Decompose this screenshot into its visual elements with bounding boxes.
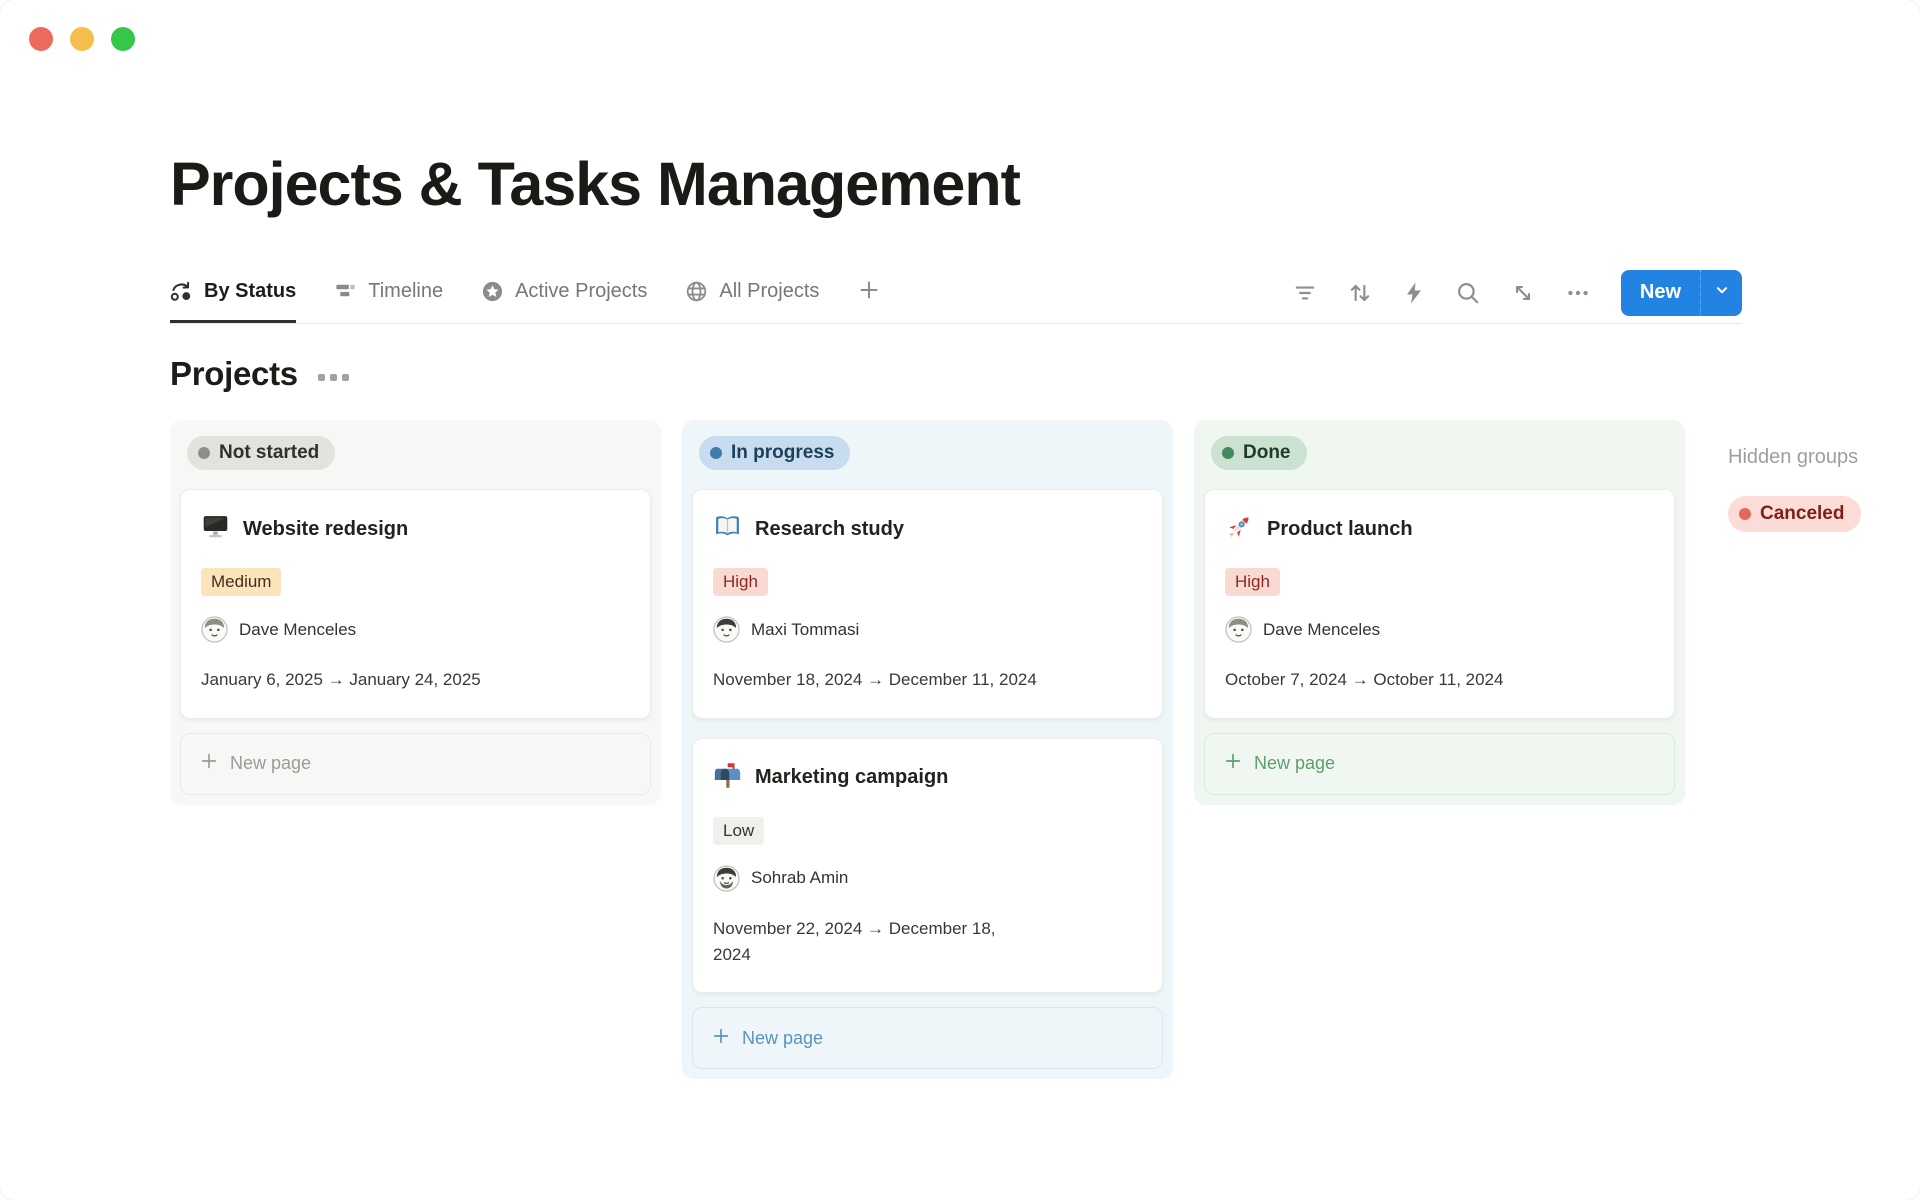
status-dot (1739, 508, 1751, 520)
group-label: Done (1243, 442, 1291, 464)
chevron-down-icon (1713, 281, 1731, 304)
view-tabbar: By Status Timeline (170, 262, 1742, 324)
hidden-groups-rail: Hidden groups Canceled (1728, 420, 1908, 532)
card-title: Marketing campaign (755, 766, 948, 789)
assignee-name: Dave Menceles (239, 620, 356, 640)
new-page-button[interactable]: New page (1204, 733, 1675, 795)
avatar (713, 865, 740, 892)
filter-icon[interactable] (1292, 280, 1318, 306)
new-button[interactable]: New (1621, 270, 1742, 316)
expand-icon[interactable] (1510, 280, 1536, 306)
assignee-name: Dave Menceles (1263, 620, 1380, 640)
group-header-in-progress[interactable]: In progress (699, 436, 850, 470)
priority-badge: High (713, 568, 768, 596)
column-in-progress: In progress Research study Hig (682, 420, 1173, 1079)
group-header-not-started[interactable]: Not started (187, 436, 335, 470)
column-not-started: Not started Website redesign (170, 420, 661, 804)
hidden-groups-label: Hidden groups (1728, 446, 1908, 469)
avatar (713, 616, 740, 643)
group-header-done[interactable]: Done (1211, 436, 1307, 470)
kanban-board: Not started Website redesign (170, 420, 1908, 1079)
status-dot (710, 447, 722, 459)
assignee-name: Sohrab Amin (751, 868, 848, 888)
card-title: Website redesign (243, 518, 408, 541)
section-header: Projects (170, 355, 1742, 393)
section-title: Projects (170, 355, 298, 393)
project-card-product-launch[interactable]: Product launch High Dave Mencele (1204, 489, 1675, 718)
add-view-button[interactable] (857, 262, 881, 323)
group-label: In progress (731, 442, 834, 464)
tab-label: Active Projects (515, 280, 647, 303)
star-circle-icon (481, 280, 504, 303)
priority-badge: High (1225, 568, 1280, 596)
group-label: Not started (219, 442, 319, 464)
group-label: Canceled (1760, 503, 1844, 525)
new-button-label[interactable]: New (1621, 270, 1700, 316)
new-page-label: New page (1254, 753, 1335, 774)
fullscreen-window-button[interactable] (111, 27, 135, 51)
sort-icon[interactable] (1347, 280, 1373, 306)
minimize-window-button[interactable] (70, 27, 94, 51)
project-card-marketing-campaign[interactable]: Marketing campaign Low (692, 738, 1163, 994)
window-controls (29, 27, 135, 51)
priority-badge: Low (713, 817, 764, 845)
tab-label: By Status (204, 280, 296, 303)
desktop-computer-icon (201, 512, 230, 546)
rocket-icon (1225, 512, 1254, 546)
card-title: Product launch (1267, 518, 1413, 541)
plus-icon (711, 1026, 731, 1051)
card-date-range: November 22, 2024 → December 18, 2024 (713, 916, 1013, 969)
new-button-dropdown[interactable] (1700, 270, 1742, 316)
tab-active-projects[interactable]: Active Projects (481, 262, 647, 323)
avatar (1225, 616, 1252, 643)
assignee-row: Dave Menceles (1225, 616, 1654, 643)
assignee-name: Maxi Tommasi (751, 620, 859, 640)
avatar (201, 616, 228, 643)
project-card-website-redesign[interactable]: Website redesign Medium Dave Men (180, 489, 651, 718)
plus-icon (857, 278, 881, 307)
plus-icon (1223, 751, 1243, 776)
priority-badge: Medium (201, 568, 281, 596)
tab-by-status[interactable]: By Status (170, 262, 296, 323)
tab-timeline[interactable]: Timeline (334, 262, 443, 323)
plus-icon (199, 751, 219, 776)
more-icon[interactable] (1565, 280, 1591, 306)
automation-icon[interactable] (1402, 281, 1426, 305)
card-date-range: October 7, 2024 → October 11, 2024 (1225, 667, 1654, 693)
new-page-label: New page (230, 753, 311, 774)
column-done: Done (1194, 420, 1685, 804)
status-dot (1222, 447, 1234, 459)
tab-label: Timeline (368, 280, 443, 303)
tab-all-projects[interactable]: All Projects (685, 262, 819, 323)
ellipsis-icon[interactable] (318, 368, 349, 381)
assignee-row: Maxi Tommasi (713, 616, 1142, 643)
tab-label: All Projects (719, 280, 819, 303)
globe-icon (685, 280, 708, 303)
card-title: Research study (755, 518, 904, 541)
card-date-range: November 18, 2024 → December 11, 2024 (713, 667, 1142, 693)
mailbox-icon (713, 761, 742, 795)
view-controls: New (1292, 262, 1742, 323)
hidden-group-canceled[interactable]: Canceled (1728, 496, 1861, 532)
assignee-row: Dave Menceles (201, 616, 630, 643)
new-page-button[interactable]: New page (692, 1007, 1163, 1069)
open-book-icon (713, 512, 742, 546)
timeline-icon (334, 280, 357, 303)
new-page-label: New page (742, 1028, 823, 1049)
new-page-button[interactable]: New page (180, 733, 651, 795)
project-card-research-study[interactable]: Research study High Maxi Tommasi (692, 489, 1163, 718)
assignee-row: Sohrab Amin (713, 865, 1142, 892)
app-window: Projects & Tasks Management By Status (0, 0, 1920, 1200)
status-board-icon (170, 280, 193, 303)
card-date-range: January 6, 2025 → January 24, 2025 (201, 667, 630, 693)
close-window-button[interactable] (29, 27, 53, 51)
status-dot (198, 447, 210, 459)
search-icon[interactable] (1455, 280, 1481, 306)
page-title: Projects & Tasks Management (170, 0, 1742, 218)
